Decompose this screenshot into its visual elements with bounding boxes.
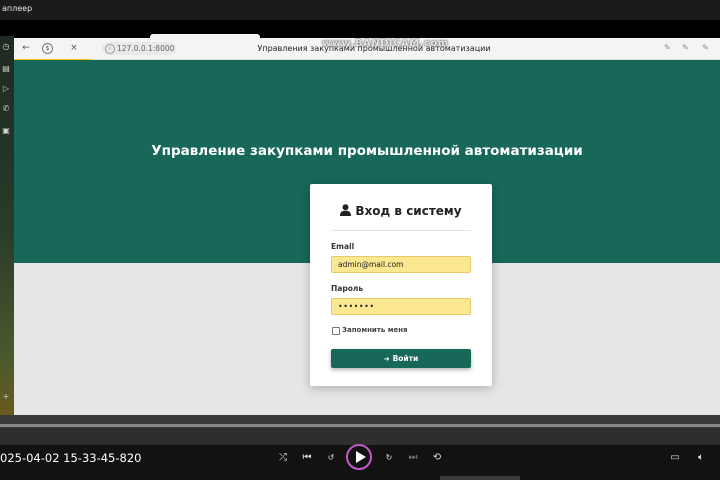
player-title-bar: аплеер	[0, 0, 720, 20]
repeat-off-icon[interactable]: ⟲	[430, 451, 444, 465]
password-label: Пароль	[331, 284, 364, 293]
bandicam-watermark: www.BANDICAM.com	[322, 38, 449, 49]
password-field[interactable]: •••••••	[331, 298, 471, 315]
login-heading-text: Вход в систему	[355, 204, 462, 218]
player-controls-backdrop	[0, 428, 720, 445]
video-filename: 025-04-02 15-33-45-820	[0, 451, 142, 465]
shuffle-icon[interactable]: ⤮	[276, 451, 290, 465]
browser-sidebar: ◷ ▤ ▷ ✆ ▣ +	[0, 36, 14, 416]
hero-title: Управление закупками промышленной автома…	[151, 143, 583, 159]
previous-icon[interactable]: ⏮	[300, 451, 314, 465]
forward-30-icon[interactable]: ↻	[382, 451, 396, 465]
translate-icon[interactable]: ✎	[682, 43, 689, 52]
sign-in-icon: ➜	[383, 355, 390, 363]
card-divider	[331, 230, 471, 231]
login-button[interactable]: ➜ Войти	[331, 349, 471, 368]
history-icon[interactable]: ◷	[1, 42, 11, 52]
remember-me-checkbox[interactable]	[332, 327, 340, 335]
bookmark-icon[interactable]: ✎	[702, 43, 709, 52]
email-label: Email	[331, 242, 355, 251]
add-panel-icon[interactable]: +	[1, 392, 11, 402]
media-icon[interactable]: ▷	[1, 84, 11, 94]
volume-icon[interactable]: 🔈︎	[694, 451, 708, 465]
taskbar-edge	[440, 476, 520, 480]
login-card: Вход в систему Email admin@mail.com Паро…	[310, 184, 492, 386]
login-button-label: Войти	[392, 354, 419, 363]
seek-bar[interactable]	[0, 424, 720, 427]
video-top-letterbox	[0, 20, 720, 40]
next-icon[interactable]: ⏭	[406, 451, 420, 465]
screenshot-icon[interactable]: ▣	[1, 126, 11, 136]
messenger-icon[interactable]: ✆	[1, 104, 11, 114]
user-icon	[340, 204, 352, 216]
extension-icon[interactable]: ✎	[664, 43, 671, 52]
login-heading: Вход в систему	[310, 204, 492, 218]
miniplayer-icon[interactable]: ▭	[668, 451, 682, 465]
play-icon	[356, 451, 366, 463]
rewind-10-icon[interactable]: ↺	[324, 451, 338, 465]
email-field[interactable]: admin@mail.com	[331, 256, 471, 273]
remember-me-label[interactable]: Запомнить меня	[342, 326, 408, 334]
play-button[interactable]	[346, 444, 372, 470]
player-window-title: аплеер	[2, 4, 33, 13]
reading-list-icon[interactable]: ▤	[1, 64, 11, 74]
